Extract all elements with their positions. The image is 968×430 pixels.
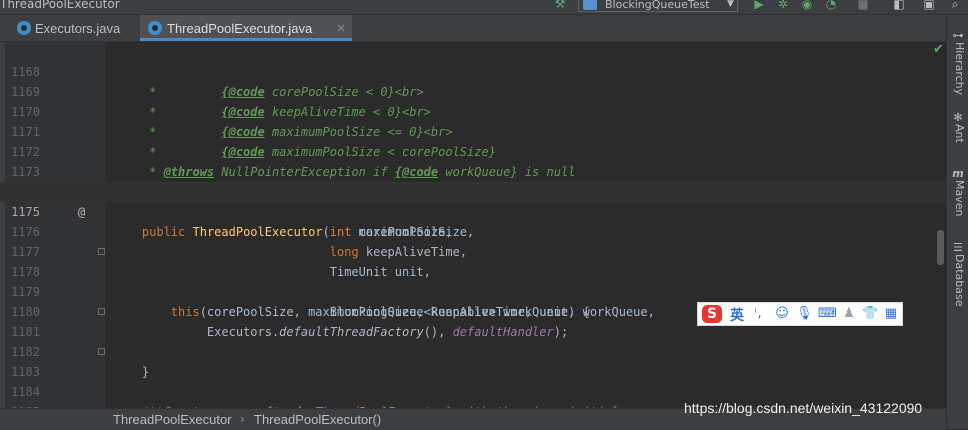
tool-label: Maven [953,180,966,217]
fold-marker-icon[interactable] [98,308,105,315]
code-line: 1173 */ [0,142,946,199]
code-line: 1183 /** [0,342,946,408]
code-line: 1172 * @throws NullPointerException if {… [0,122,946,179]
grid-icon[interactable]: ▦ [883,306,899,322]
dropdown-arrow-icon: ▼ [727,0,734,9]
build-icon[interactable]: ◧ [892,0,906,11]
run-config-select[interactable]: BlockingQueueTest ▼ [578,0,738,12]
active-tab-indicator [140,38,352,41]
tool-hierarchy[interactable]: ⊶ Hierarchy [951,29,967,96]
code-line: 1177 TimeUnit unit, [0,222,946,279]
tool-label: Database [953,254,966,307]
window-title: ThreadPoolExecutor [0,0,120,11]
hierarchy-icon: ⊶ [952,29,964,42]
database-icon: ☰ [953,241,963,254]
tool-maven[interactable]: m Maven [951,167,966,216]
code-line: 1184 * Creates a new {@code ThreadPoolEx… [0,362,946,408]
tool-label: Ant [953,124,966,143]
inspection-ok-icon[interactable]: ✔ [933,42,944,57]
tool-ant[interactable]: ✻ Ant [951,111,966,143]
ime-toolbar: S 英 ᶥ, ☺ 🎙 ⌨ ♟ 👕 ▦ [697,302,903,326]
tool-label: Hierarchy [953,42,966,96]
close-icon[interactable]: × [336,21,346,35]
class-icon [17,21,31,35]
tool-database[interactable]: ☰ Database [951,241,966,307]
ime-logo-icon[interactable]: S [702,305,722,323]
ime-language-toggle[interactable]: 英 [730,305,744,325]
right-tool-strip: ⊶ Hierarchy ✻ Ant m Maven ☰ Database [946,15,968,429]
code-line: 1170 * {@code maximumPoolSize <= 0}<br> [0,82,946,139]
breadcrumb-class[interactable]: ThreadPoolExecutor [113,412,232,427]
current-code-line: 1175 int maximumPoolSize, [0,182,946,239]
class-icon [148,21,162,35]
tab-executors[interactable]: Executors.java [10,15,140,41]
hammer-icon[interactable]: ⚒ [553,0,567,11]
code-line: 1185 * parameters and {@linkplain Thread… [0,382,946,408]
ant-icon: ✻ [953,111,963,124]
code-line: 1169 * {@code keepAliveTime < 0}<br> [0,62,946,119]
watermark: https://blog.csdn.net/weixin_43122090 [684,400,923,416]
code-line: 1168 * {@code corePoolSize < 0}<br> [0,42,946,99]
keyboard-icon[interactable]: ⌨ [818,306,837,322]
microphone-icon[interactable]: 🎙 [796,306,813,322]
fold-marker-icon[interactable] [98,348,105,355]
code-line: 1171 * {@code maximumPoolSize < corePool… [0,102,946,159]
title-bar: ThreadPoolExecutor ⚒ BlockingQueueTest ▼… [0,0,968,15]
emoji-icon[interactable]: ☺ [774,306,790,322]
user-icon[interactable]: ♟ [841,306,857,322]
debug-icon[interactable]: ✲ [776,0,790,11]
run-icon[interactable]: ▶ [752,0,766,11]
code-line: 1180 Executors.defaultThreadFactory(), d… [0,282,946,339]
editor-tabs: Executors.java ThreadPoolExecutor.java × [0,15,946,42]
code-editor[interactable]: 1168 * {@code corePoolSize < 0}<br> 1169… [0,42,946,408]
run-config-label: BlockingQueueTest [605,0,710,11]
coverage-icon[interactable]: ◉ [800,0,814,11]
chevron-right-icon: › [240,412,245,426]
skin-icon[interactable]: 👕 [862,306,878,322]
code-line: 1176 long keepAliveTime, [0,202,946,259]
tab-label: Executors.java [35,21,121,36]
code-line: 1174 @ public ThreadPoolExecutor(int cor… [0,162,946,239]
fold-marker-icon[interactable] [98,248,105,255]
breadcrumb-method[interactable]: ThreadPoolExecutor() [254,412,381,427]
search-icon[interactable]: ⌕ [948,0,962,11]
run-config-icon [583,0,597,10]
punctuation-icon[interactable]: ᶥ, [750,306,766,322]
tab-threadpoolexecutor[interactable]: ThreadPoolExecutor.java × [140,15,352,41]
code-line: 1178 BlockingQueue<Runnable> workQueue) … [0,242,946,319]
vertical-scrollbar[interactable] [937,230,944,265]
profile-icon[interactable]: ◔ [824,0,838,11]
layout-icon[interactable]: ▣ [922,0,936,11]
tab-label: ThreadPoolExecutor.java [167,21,313,36]
stop-icon[interactable]: ■ [856,0,870,11]
code-line: 1179 this(corePoolSize, maximumPoolSize,… [0,262,946,319]
maven-icon: m [952,167,964,180]
